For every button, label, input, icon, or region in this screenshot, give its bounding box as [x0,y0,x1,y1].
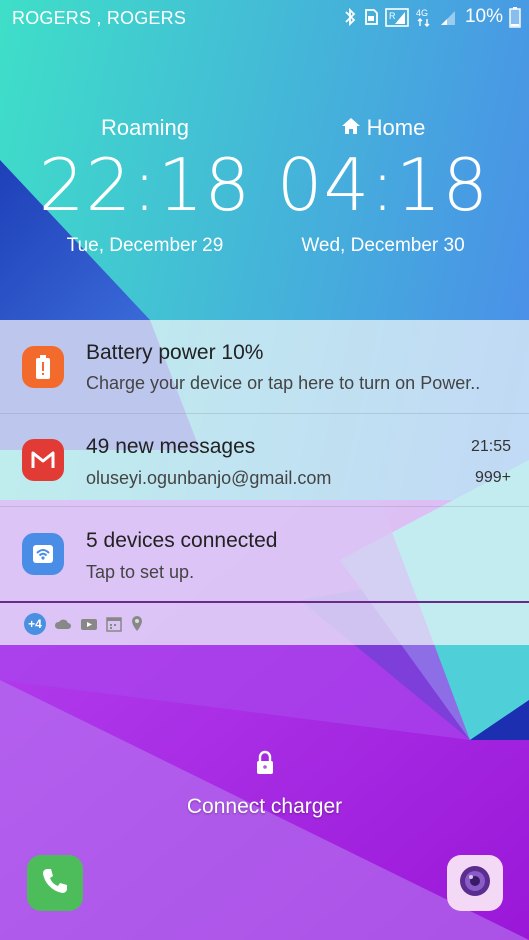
bluetooth-icon [343,7,357,27]
signal-icon [439,7,457,27]
calendar-icon [106,616,122,632]
battery-percent: 10% [464,6,503,27]
phone-icon [39,865,71,902]
city-label: Roaming [100,115,190,140]
lock-area: Connect charger [0,750,529,819]
camera-shortcut[interactable] [447,855,503,911]
notification-panel: Battery power 10% Charge your device or … [0,320,529,645]
status-bar: ROGERS , ROGERS R 4G 10% [0,0,529,36]
notification-battery[interactable]: Battery power 10% Charge your device or … [0,320,529,414]
notification-time: 21:55 [470,438,511,455]
camera-icon [455,861,495,906]
more-notifications-row[interactable]: +4 [0,603,529,645]
notification-gmail[interactable]: 49 new messages oluseyi.ogunbanjo@gmail.… [0,413,529,507]
network-type: 4G [416,8,428,18]
svg-text:R: R [389,11,396,21]
home-clock: Home 04:18 Wed, December 30 [263,115,503,257]
battery-icon [509,6,521,28]
roaming-clock: Roaming 22:18 Tue, December 29 [25,115,265,257]
sd-card-icon [363,7,379,27]
roaming-signal-icon: R [385,7,409,27]
clock-date: Tue, December 29 [66,235,224,256]
youtube-icon [80,617,98,631]
notification-body: oluseyi.ogunbanjo@gmail.com [86,468,332,488]
notification-body: Charge your device or tap here to turn o… [86,373,481,393]
notification-title: 49 new messages [86,435,256,458]
lock-icon[interactable] [254,750,276,780]
notification-title: 5 devices connected [86,529,278,552]
location-icon [130,615,144,633]
notification-hotspot[interactable]: 5 devices connected Tap to set up. [0,506,529,599]
notification-count: 999+ [474,469,511,486]
clock-time: 04:18 [276,143,490,227]
more-count-badge: +4 [24,613,46,635]
data-arrows-icon: 4G [415,7,433,27]
carrier-label: ROGERS , ROGERS [12,8,187,28]
notification-body: Tap to set up. [86,562,195,582]
gmail-icon [22,439,64,481]
phone-shortcut[interactable] [27,855,83,911]
clock-date: Wed, December 30 [301,235,465,256]
cloud-icon [54,617,72,631]
home-icon [341,115,361,141]
charger-message: Connect charger [186,795,343,818]
city-label: Home [366,115,426,140]
status-icons: R 4G 10% [343,6,521,28]
notification-title: Battery power 10% [86,341,264,364]
wifi-hotspot-icon [22,533,64,575]
battery-warning-icon [22,346,64,388]
clock-time: 22:18 [38,143,252,227]
